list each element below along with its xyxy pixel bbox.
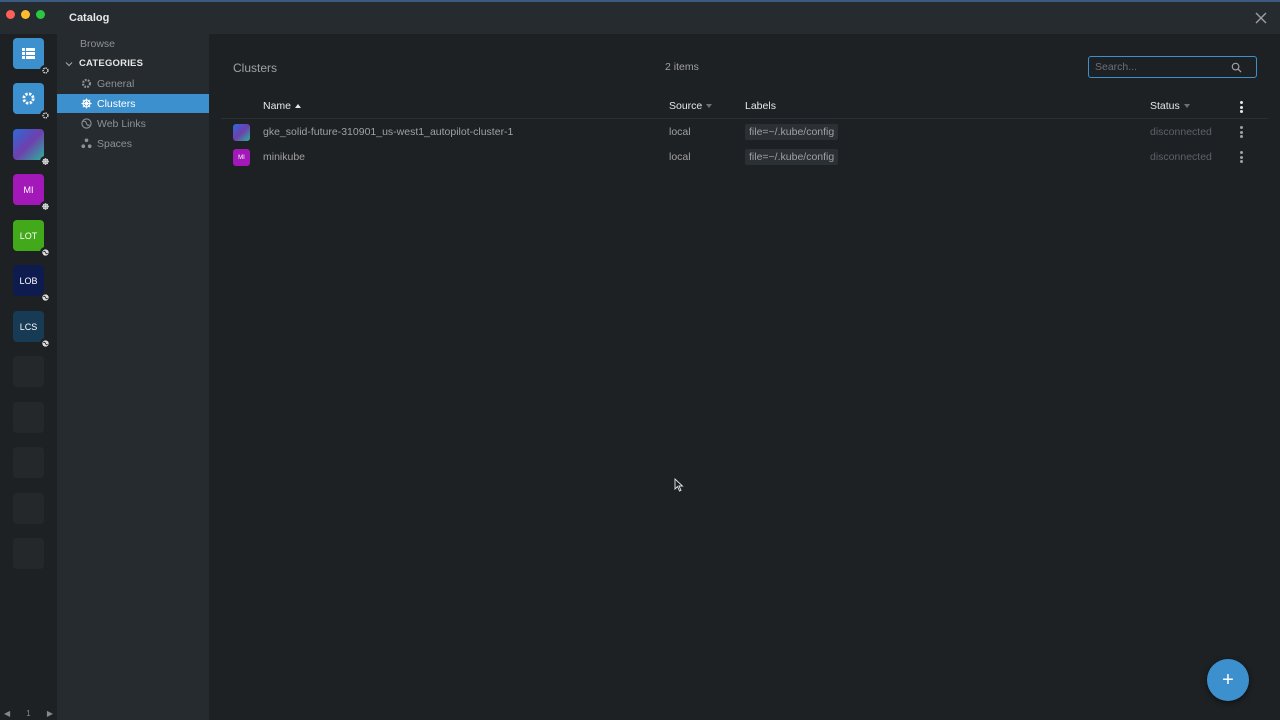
hotbar-item-minikube[interactable]: MI — [13, 174, 50, 211]
table-row[interactable]: MI minikube local file=~/.kube/config di… — [221, 145, 1268, 170]
sidebar-browse[interactable]: Browse — [80, 38, 115, 50]
hotbar-item-settings[interactable] — [13, 83, 50, 120]
helm-badge-icon — [40, 156, 50, 166]
hotbar: MI LOT LOB LCS ◀ 1 ▶ — [0, 34, 57, 720]
cluster-name: minikube — [263, 151, 306, 163]
status-badge: disconnected — [1150, 126, 1212, 138]
sort-icon — [706, 104, 713, 108]
cluster-source: local — [669, 126, 691, 138]
globe-badge-icon — [40, 247, 50, 257]
hotbar-item-catalog[interactable] — [13, 38, 50, 75]
hotbar-empty-slot[interactable] — [13, 493, 44, 524]
table-header: Name Source Labels Status — [221, 95, 1268, 119]
minimize-window-button[interactable] — [21, 10, 30, 19]
hotbar-empty-slot[interactable] — [13, 447, 44, 478]
app-window: Catalog MI LOT LOB LCS ◀ 1 ▶ Browse CATE… — [0, 0, 1280, 720]
mouse-cursor-icon — [674, 478, 684, 492]
search-box[interactable] — [1088, 56, 1257, 78]
window-title: Catalog — [69, 12, 110, 24]
avatar — [233, 124, 250, 141]
table-row[interactable]: gke_solid-future-310901_us-west1_autopil… — [221, 120, 1268, 145]
hotbar-page-number: 1 — [26, 708, 31, 718]
column-header-labels: Labels — [745, 100, 776, 112]
gear-icon — [22, 92, 35, 105]
globe-icon — [81, 118, 92, 129]
row-menu-icon[interactable] — [1239, 151, 1243, 163]
hotbar-item-lob[interactable]: LOB — [13, 265, 50, 302]
label-badge: file=~/.kube/config — [745, 124, 839, 140]
catalog-main: Clusters 2 items Name Source Labels Stat… — [221, 45, 1268, 711]
row-menu-icon[interactable] — [1239, 126, 1243, 138]
globe-badge-icon — [40, 338, 50, 348]
sidebar-categories-toggle[interactable]: CATEGORIES — [65, 58, 143, 69]
column-menu-icon[interactable] — [1239, 101, 1243, 113]
hotbar-prev-button[interactable]: ◀ — [4, 709, 10, 718]
maximize-window-button[interactable] — [36, 10, 45, 19]
sort-icon — [1183, 104, 1190, 108]
title-bar: Catalog — [0, 0, 1280, 34]
column-header-status[interactable]: Status — [1150, 100, 1190, 112]
column-header-name[interactable]: Name — [263, 100, 302, 112]
hotbar-empty-slot[interactable] — [13, 538, 44, 569]
sort-ascending-icon — [295, 104, 302, 108]
cluster-source: local — [669, 151, 691, 163]
page-title: Clusters — [233, 61, 278, 75]
gear-badge-icon — [40, 110, 50, 120]
hotbar-empty-slot[interactable] — [13, 356, 44, 387]
sidebar-item-spaces[interactable]: Spaces — [57, 134, 209, 153]
window-controls — [6, 10, 45, 19]
close-icon[interactable] — [1254, 11, 1268, 25]
cluster-name: gke_solid-future-310901_us-west1_autopil… — [263, 126, 514, 138]
main-header: Clusters 2 items — [221, 45, 1268, 89]
catalog-sidebar: Browse CATEGORIES General Clusters Web L… — [57, 34, 209, 720]
hotbar-item-lot[interactable]: LOT — [13, 220, 50, 257]
sidebar-item-clusters[interactable]: Clusters — [57, 94, 209, 113]
item-count: 2 items — [665, 61, 699, 73]
hotbar-next-button[interactable]: ▶ — [47, 709, 53, 718]
search-input[interactable] — [1095, 61, 1231, 73]
hotbar-pager: ◀ 1 ▶ — [0, 706, 57, 720]
hotbar-item-gke-cluster[interactable] — [13, 129, 50, 166]
avatar: MI — [233, 149, 250, 166]
add-cluster-button[interactable]: + — [1207, 659, 1249, 701]
globe-badge-icon — [40, 292, 50, 302]
close-window-button[interactable] — [6, 10, 15, 19]
gear-icon — [81, 78, 92, 89]
search-icon — [1231, 62, 1242, 73]
helm-badge-icon — [40, 201, 50, 211]
hotbar-empty-slot[interactable] — [13, 402, 44, 433]
label-badge: file=~/.kube/config — [745, 149, 839, 165]
helm-icon — [81, 98, 92, 109]
sidebar-item-web-links[interactable]: Web Links — [57, 114, 209, 133]
sidebar-item-general[interactable]: General — [57, 74, 209, 93]
status-badge: disconnected — [1150, 151, 1212, 163]
spaces-icon — [81, 138, 92, 149]
chevron-down-icon — [65, 61, 73, 66]
gear-badge-icon — [40, 65, 50, 75]
hotbar-item-lcs[interactable]: LCS — [13, 311, 50, 348]
column-header-source[interactable]: Source — [669, 100, 713, 112]
list-icon — [22, 48, 35, 59]
